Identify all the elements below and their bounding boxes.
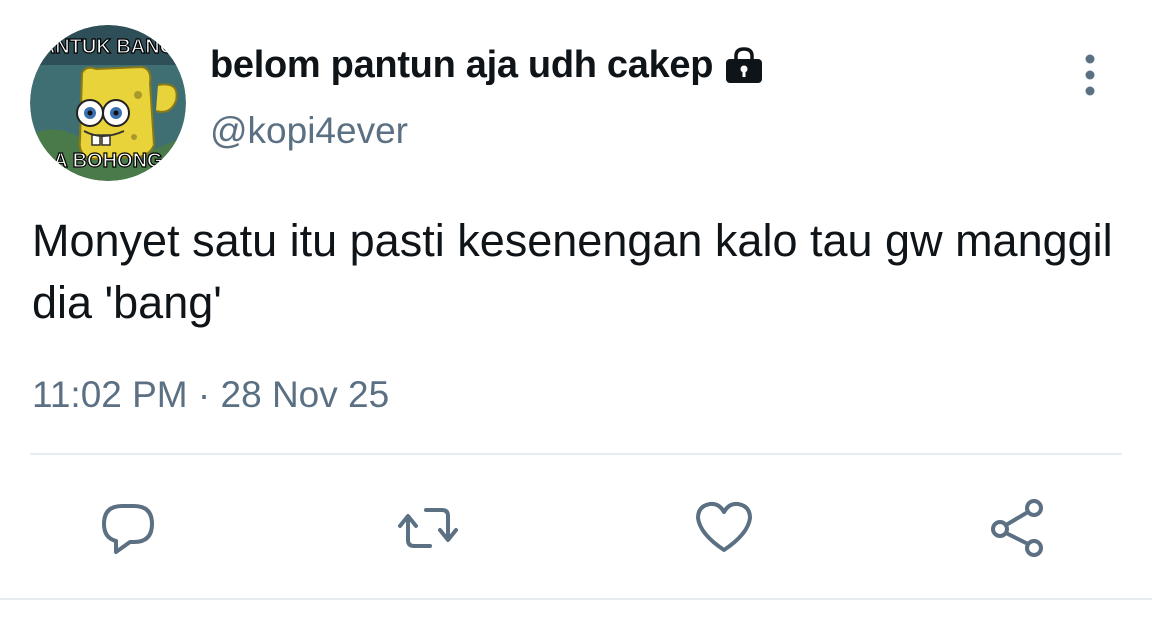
display-name-row[interactable]: belom pantun aja udh cakep: [210, 44, 765, 87]
lock-icon: [723, 46, 765, 86]
share-button[interactable]: [986, 496, 1050, 560]
share-icon: [991, 499, 1043, 557]
divider: [30, 453, 1122, 455]
avatar-image: ANTUK BANG A BOHONG: [30, 25, 186, 181]
retweet-icon: [398, 508, 458, 548]
retweet-button[interactable]: [396, 496, 460, 560]
reply-icon: [102, 504, 154, 554]
user-handle[interactable]: @kopi4ever: [210, 110, 408, 152]
heart-icon: [696, 501, 752, 552]
display-name[interactable]: belom pantun aja udh cakep: [210, 44, 713, 87]
like-button[interactable]: [692, 496, 756, 560]
tweet-detail: ANTUK BANG A BOHONG belom pantun aja udh…: [0, 0, 1152, 618]
divider: [0, 598, 1152, 600]
avatar-bottom-text: A BOHONG: [53, 150, 162, 172]
tweet-timestamp[interactable]: 11:02 PM · 28 Nov 25: [32, 374, 389, 416]
tweet-text: Monyet satu itu pasti kesenengan kalo ta…: [32, 215, 1113, 328]
avatar-top-text: ANTUK BANG: [41, 36, 175, 58]
reply-button[interactable]: [96, 496, 160, 560]
avatar[interactable]: ANTUK BANG A BOHONG: [30, 25, 186, 181]
more-vertical-icon[interactable]: [1070, 52, 1110, 98]
